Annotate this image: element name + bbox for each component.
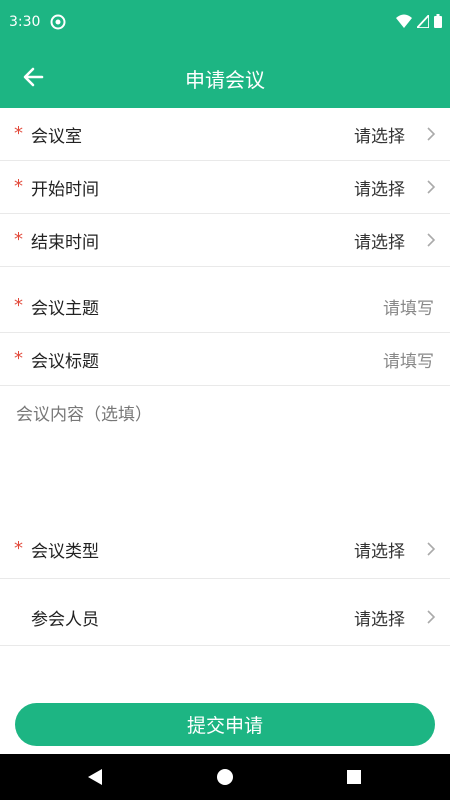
attendees-value: 请选择 (354, 610, 405, 630)
meeting-room-label: 会议室 (31, 127, 82, 147)
meeting-room-value: 请选择 (354, 127, 405, 147)
required-mark: * (14, 123, 23, 144)
status-time: 3:30 (9, 14, 41, 30)
meeting-title-label: 会议标题 (31, 352, 99, 372)
chevron-right-icon (427, 127, 436, 141)
battery-icon (434, 14, 442, 28)
status-icons (396, 14, 442, 28)
start-time-value: 请选择 (354, 180, 405, 200)
chevron-right-icon (427, 180, 436, 194)
attendees-label: 参会人员 (31, 610, 99, 630)
chevron-right-icon (427, 542, 436, 556)
meeting-title-input[interactable]: 请填写 (383, 347, 434, 372)
status-bar: 3:30 (0, 0, 450, 46)
meeting-room-row[interactable]: * 会议室 请选择 (0, 108, 450, 161)
chevron-right-icon (427, 233, 436, 247)
page-title: 申请会议 (185, 68, 265, 92)
nav-home-icon[interactable] (217, 769, 233, 785)
submit-button[interactable]: 提交申请 (15, 703, 435, 746)
meeting-content-placeholder: 会议内容（选填） (16, 405, 152, 425)
meeting-form: * 会议室 请选择 * 开始时间 请选择 * 结束时间 请选择 * 会议主题 请… (0, 108, 450, 646)
meeting-type-label: 会议类型 (31, 542, 99, 562)
start-time-label: 开始时间 (31, 180, 99, 200)
nav-recents-icon[interactable] (347, 770, 361, 784)
app-bar: 申请会议 (0, 46, 450, 108)
required-mark: * (14, 176, 23, 197)
end-time-label: 结束时间 (31, 233, 99, 253)
end-time-value: 请选择 (354, 233, 405, 253)
nav-back-icon[interactable] (86, 768, 104, 786)
section-gap (0, 267, 450, 280)
chevron-right-icon (427, 610, 436, 624)
attendees-row[interactable]: 参会人员 请选择 (0, 579, 450, 646)
required-mark: * (14, 538, 23, 559)
end-time-row[interactable]: * 结束时间 请选择 (0, 213, 450, 267)
required-mark: * (14, 295, 23, 316)
meeting-topic-label: 会议主题 (31, 299, 99, 319)
start-time-row[interactable]: * 开始时间 请选择 (0, 161, 450, 213)
meeting-title-row[interactable]: * 会议标题 请填写 (0, 333, 450, 386)
meeting-content-textarea[interactable]: 会议内容（选填） (0, 386, 450, 520)
wifi-icon (396, 14, 412, 28)
cast-icon (50, 14, 66, 30)
required-mark: * (14, 348, 23, 369)
meeting-topic-input[interactable]: 请填写 (383, 294, 434, 319)
meeting-type-row[interactable]: * 会议类型 请选择 (0, 520, 450, 579)
required-mark: * (14, 229, 23, 250)
system-nav-bar (0, 754, 450, 800)
meeting-type-value: 请选择 (354, 542, 405, 562)
meeting-topic-row[interactable]: * 会议主题 请填写 (0, 280, 450, 333)
signal-icon (417, 14, 429, 28)
